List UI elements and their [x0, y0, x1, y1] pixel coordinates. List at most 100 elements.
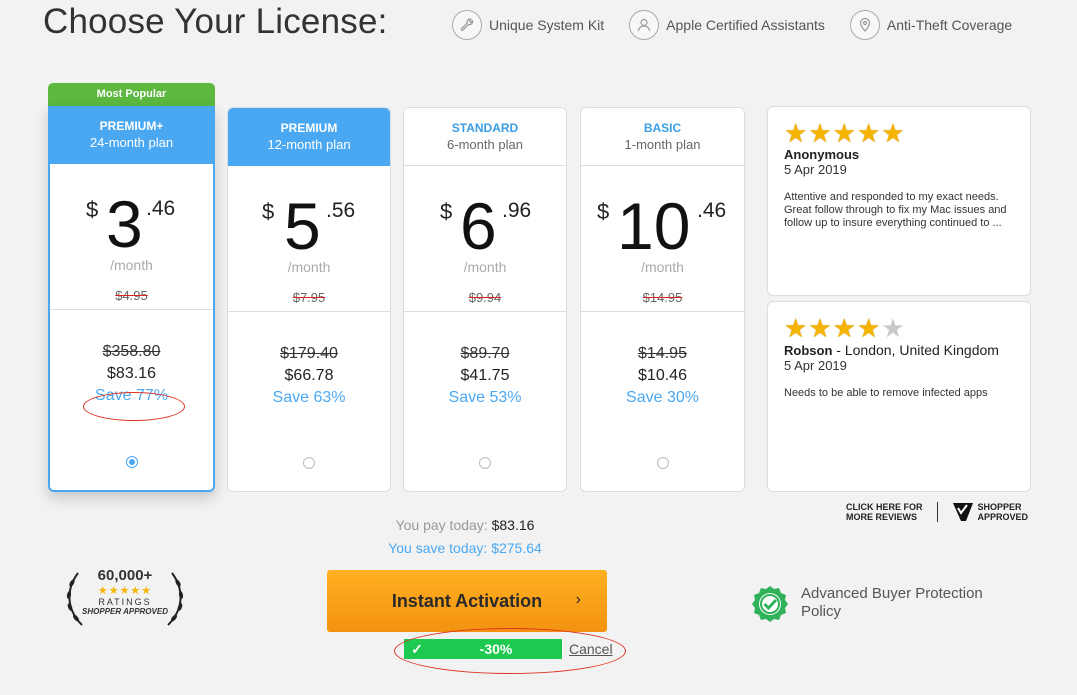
review-card: ★ ★ ★ ★ ★ Anonymous 5 Apr 2019 Attentive and… [767, 106, 1031, 296]
old-monthly-price: $14.95 [642, 290, 683, 305]
price-whole: 6 [460, 189, 497, 263]
check-icon: ✓ [411, 640, 423, 657]
shopper-approved-text: SHOPPER APPROVED [977, 502, 1029, 522]
buyer-protection: Advanced Buyer Protection Policy [751, 584, 1001, 622]
discount-value: -30% [479, 641, 513, 657]
plan-header: PREMIUM 12-month plan [228, 108, 390, 166]
price-period: /month [287, 259, 331, 275]
plan-totals: $358.80 $83.16 Save 77% [50, 310, 213, 405]
currency-symbol: $ [440, 199, 453, 224]
plan-price: $ 10 .46 /month $14.95 [581, 166, 744, 312]
price-period: /month [641, 259, 684, 275]
ratings-label: RATINGS [98, 597, 152, 607]
star-icon: ★ [832, 313, 856, 343]
price-whole: 5 [284, 189, 321, 263]
pay-today: You pay today: $83.16 [395, 517, 535, 533]
plan-name: PREMIUM [280, 121, 338, 135]
plan-name: PREMIUM+ [99, 119, 164, 133]
star-icon: ★ [881, 118, 905, 148]
ratings-count: 60,000+ [97, 567, 153, 584]
feature-assistants: Apple Certified Assistants [629, 10, 825, 40]
feature-label: Anti-Theft Coverage [886, 17, 1013, 33]
cta-label: Instant Activation [391, 590, 543, 611]
ratings-badge: 60,000+ ★★★★★ RATINGS SHOPPER APPROVED [60, 565, 190, 631]
cancel-coupon-link[interactable]: Cancel [569, 641, 613, 657]
old-total-price: $89.70 [460, 345, 510, 362]
plan-radio[interactable] [303, 457, 315, 469]
plan-card-premium-plus[interactable]: PREMIUM+ 24-month plan $ 3 .46 /month $4… [48, 106, 215, 492]
ratings-brand: SHOPPER APPROVED [82, 607, 168, 616]
pay-today-value: $83.16 [491, 517, 535, 533]
plan-header: PREMIUM+ 24-month plan [50, 106, 213, 164]
total-price: $41.75 [460, 367, 510, 384]
plan-name: BASIC [643, 121, 682, 135]
price-period: /month [110, 257, 153, 273]
plan-header: BASIC 1-month plan [581, 108, 744, 166]
currency-symbol: $ [597, 199, 610, 224]
star-icon: ★ [808, 118, 832, 148]
review-date: 5 Apr 2019 [784, 162, 847, 177]
savings-label: Save 77% [95, 387, 168, 404]
star-icon: ★ [808, 313, 832, 343]
plan-radio[interactable] [125, 456, 138, 468]
chevron-right-icon: › [575, 591, 581, 608]
price-cents: .46 [146, 197, 176, 220]
star-icon: ★ [784, 118, 808, 148]
plan-price: $ 3 .46 /month $4.95 [50, 164, 213, 310]
divider [936, 502, 938, 522]
price-whole: 10 [617, 189, 691, 263]
reviewer-location: - London, United Kingdom [832, 342, 999, 358]
reviewer-name: Anonymous [784, 147, 860, 162]
old-total-price: $358.80 [102, 343, 161, 360]
plan-card-premium[interactable]: PREMIUM 12-month plan $ 5 .56 /month $7.… [227, 107, 391, 492]
plan-totals: $89.70 $41.75 Save 53% [404, 312, 566, 407]
location-pin-icon [849, 10, 880, 40]
shopper-approved-logo-icon [952, 503, 973, 521]
shield-check-icon [752, 586, 788, 622]
feature-label: Apple Certified Assistants [666, 17, 825, 33]
star-empty-icon: ★ [881, 313, 905, 343]
total-price: $66.78 [284, 367, 334, 384]
plan-period: 1-month plan [624, 137, 701, 152]
old-total-price: $179.40 [280, 345, 338, 362]
plan-period: 6-month plan [447, 137, 523, 152]
plan-radio[interactable] [656, 457, 669, 469]
review-card: ★ ★ ★ ★ ★ Robson - London, United Kingdom 5 … [767, 301, 1031, 492]
price-whole: 3 [106, 187, 143, 261]
save-today: You save today: $275.64 [388, 540, 542, 556]
instant-activation-button[interactable]: Instant Activation › [327, 570, 607, 632]
old-monthly-price: $7.95 [292, 290, 326, 305]
feature-system-kit: Unique System Kit [452, 10, 604, 40]
discount-coupon: ✓ -30% [404, 639, 562, 659]
plan-totals: $179.40 $66.78 Save 63% [228, 312, 390, 407]
more-ellipsis[interactable]: ... [993, 217, 1002, 229]
savings-label: Save 30% [626, 389, 699, 406]
page-title: Choose Your License: [43, 2, 388, 41]
review-text: Attentive and responded to my exact need… [784, 191, 1007, 229]
price-cents: .56 [326, 199, 356, 222]
plan-card-standard[interactable]: STANDARD 6-month plan $ 6 .96 /month $9.… [403, 107, 567, 492]
plan-period: 12-month plan [267, 137, 351, 152]
review-text: Needs to be able to remove infected apps [784, 387, 988, 399]
ratings-stars: ★★★★★ [97, 585, 153, 597]
plan-radio[interactable] [479, 457, 491, 469]
star-icon: ★ [832, 118, 856, 148]
old-monthly-price: $4.95 [115, 288, 148, 303]
savings-label: Save 53% [448, 389, 522, 406]
total-price: $10.46 [638, 367, 687, 384]
plan-card-basic[interactable]: BASIC 1-month plan $ 10 .46 /month $14.9… [580, 107, 745, 492]
old-total-price: $14.95 [638, 345, 687, 362]
wrench-icon [452, 10, 482, 40]
plan-totals: $14.95 $10.46 Save 30% [581, 312, 744, 407]
price-period: /month [463, 259, 507, 275]
total-price: $83.16 [107, 365, 156, 382]
savings-label: Save 63% [272, 389, 346, 406]
old-monthly-price: $9.94 [468, 290, 502, 305]
plan-header: STANDARD 6-month plan [404, 108, 566, 166]
review-date: 5 Apr 2019 [784, 358, 847, 373]
reviewer-name: Robson - London, United Kingdom [784, 342, 999, 358]
feature-anti-theft: Anti-Theft Coverage [849, 10, 1013, 40]
feature-list: Unique System Kit Apple Certified Assist… [452, 10, 1037, 40]
star-icon: ★ [856, 313, 881, 343]
star-icon: ★ [784, 313, 808, 343]
